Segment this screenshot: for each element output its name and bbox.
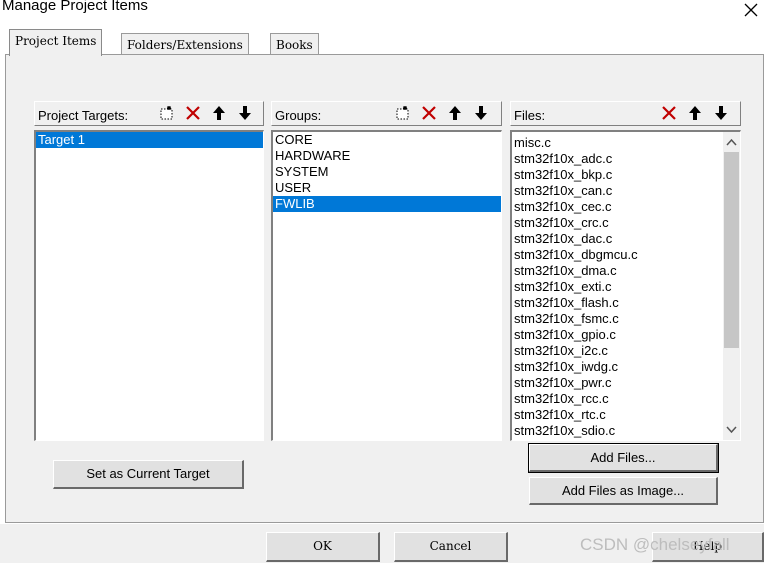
new-icon[interactable] xyxy=(156,104,178,124)
move-up-icon[interactable] xyxy=(444,104,466,124)
title-bar: Manage Project Items xyxy=(0,0,764,22)
add-files-as-image-button[interactable]: Add Files as Image... xyxy=(529,477,718,505)
files-header: Files: xyxy=(510,101,741,126)
list-item[interactable]: Target 1 xyxy=(36,132,263,148)
targets-header: Project Targets: xyxy=(34,101,264,126)
list-item[interactable]: stm32f10x_cec.c xyxy=(512,199,723,215)
delete-icon[interactable] xyxy=(658,104,680,124)
files-label: Files: xyxy=(514,108,546,123)
tab-books[interactable]: Books xyxy=(270,33,319,55)
set-current-target-button[interactable]: Set as Current Target xyxy=(53,460,244,489)
list-item[interactable]: stm32f10x_iwdg.c xyxy=(512,359,723,375)
list-item[interactable]: stm32f10x_bkp.c xyxy=(512,167,723,183)
list-item[interactable]: stm32f10x_dma.c xyxy=(512,263,723,279)
tab-label: Books xyxy=(276,38,313,52)
list-item[interactable]: stm32f10x_i2c.c xyxy=(512,343,723,359)
move-down-icon[interactable] xyxy=(234,104,256,124)
list-item[interactable]: stm32f10x_rtc.c xyxy=(512,407,723,423)
list-item[interactable]: stm32f10x_gpio.c xyxy=(512,327,723,343)
groups-header: Groups: xyxy=(271,101,502,126)
files-list[interactable]: misc.c stm32f10x_adc.c stm32f10x_bkp.c s… xyxy=(510,130,741,441)
list-item[interactable]: FWLIB xyxy=(273,196,501,212)
scroll-up-icon[interactable] xyxy=(726,137,737,148)
delete-icon[interactable] xyxy=(182,104,204,124)
list-item[interactable]: stm32f10x_rcc.c xyxy=(512,391,723,407)
vertical-scrollbar[interactable] xyxy=(723,132,740,440)
list-item[interactable]: CORE xyxy=(273,132,501,148)
window-title: Manage Project Items xyxy=(2,0,148,14)
scrollbar-thumb[interactable] xyxy=(724,152,739,348)
list-item[interactable]: stm32f10x_sdio.c xyxy=(512,423,723,439)
list-item[interactable]: stm32f10x_crc.c xyxy=(512,215,723,231)
list-item[interactable]: stm32f10x_dac.c xyxy=(512,231,723,247)
ok-button[interactable]: OK xyxy=(266,532,380,562)
tab-project-items[interactable]: Project Items xyxy=(9,29,103,56)
delete-icon[interactable] xyxy=(418,104,440,124)
move-down-icon[interactable] xyxy=(470,104,492,124)
scroll-down-icon[interactable] xyxy=(726,424,737,435)
list-item[interactable]: stm32f10x_can.c xyxy=(512,183,723,199)
tab-label: Project Items xyxy=(15,34,97,48)
cancel-button[interactable]: Cancel xyxy=(394,532,508,562)
files-rows: misc.c stm32f10x_adc.c stm32f10x_bkp.c s… xyxy=(512,135,723,439)
targets-label: Project Targets: xyxy=(38,108,129,123)
move-down-icon[interactable] xyxy=(710,104,732,124)
new-icon[interactable] xyxy=(392,104,414,124)
tab-folders-extensions[interactable]: Folders/Extensions xyxy=(121,33,249,55)
list-item[interactable]: stm32f10x_adc.c xyxy=(512,151,723,167)
list-item[interactable]: stm32f10x_fsmc.c xyxy=(512,311,723,327)
watermark: CSDN @chelseyfall xyxy=(580,535,730,554)
list-item[interactable]: misc.c xyxy=(512,135,723,151)
list-item[interactable]: SYSTEM xyxy=(273,164,501,180)
move-up-icon[interactable] xyxy=(684,104,706,124)
list-item[interactable]: stm32f10x_exti.c xyxy=(512,279,723,295)
list-item[interactable]: HARDWARE xyxy=(273,148,501,164)
list-item[interactable]: stm32f10x_flash.c xyxy=(512,295,723,311)
move-up-icon[interactable] xyxy=(208,104,230,124)
targets-list[interactable]: Target 1 xyxy=(34,130,264,441)
tab-label: Folders/Extensions xyxy=(127,38,243,52)
list-item[interactable]: stm32f10x_pwr.c xyxy=(512,375,723,391)
list-item[interactable]: stm32f10x_dbgmcu.c xyxy=(512,247,723,263)
list-item[interactable]: USER xyxy=(273,180,501,196)
groups-label: Groups: xyxy=(275,108,322,123)
add-files-button[interactable]: Add Files... xyxy=(528,443,719,473)
groups-list[interactable]: CORE HARDWARE SYSTEM USER FWLIB xyxy=(271,130,502,441)
close-icon[interactable] xyxy=(742,1,760,19)
